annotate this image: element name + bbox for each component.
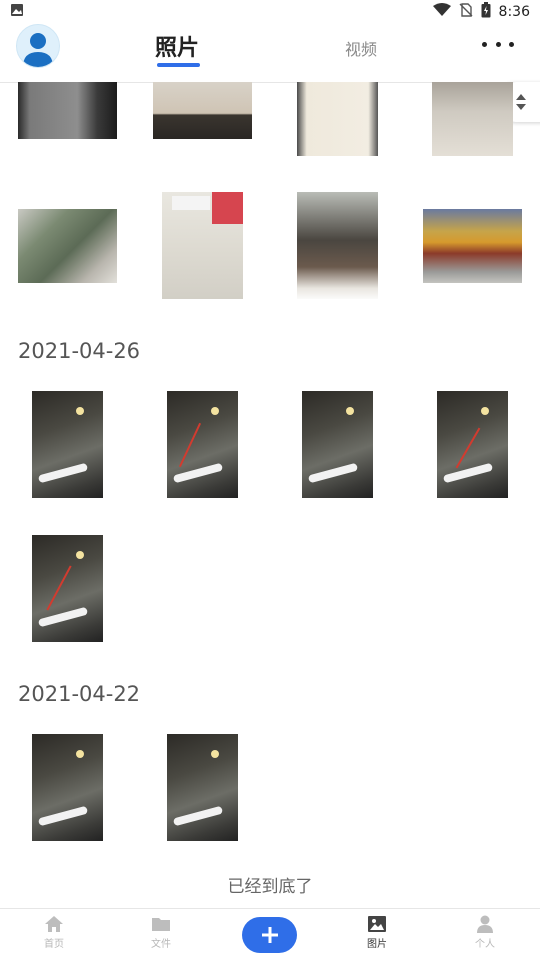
photo-thumbnail[interactable] xyxy=(153,82,252,139)
photo-thumbnail[interactable] xyxy=(302,391,373,498)
status-bar: 8:36 xyxy=(0,0,540,24)
person-icon xyxy=(477,915,493,933)
end-of-list-message: 已经到底了 xyxy=(227,877,313,897)
nav-profile-label: 个人 xyxy=(475,939,495,950)
home-icon xyxy=(45,916,63,932)
photo-thumbnail[interactable] xyxy=(423,209,522,283)
nav-files[interactable]: 文件 xyxy=(131,915,191,950)
gallery-notification-icon xyxy=(10,3,24,21)
photo-thumbnail[interactable] xyxy=(167,734,238,841)
sort-arrows-icon xyxy=(516,94,526,110)
plus-icon xyxy=(261,927,278,943)
nav-files-label: 文件 xyxy=(151,939,171,950)
tab-photos[interactable]: 照片 xyxy=(155,30,199,62)
battery-icon xyxy=(481,2,491,22)
photo-thumbnail[interactable] xyxy=(18,209,117,283)
no-sim-icon xyxy=(459,3,473,21)
user-avatar[interactable] xyxy=(16,24,60,68)
section-date: 2021-04-22 xyxy=(18,682,141,706)
wifi-icon xyxy=(432,3,451,21)
photo-thumbnail[interactable] xyxy=(32,734,103,841)
add-button[interactable] xyxy=(242,917,297,953)
clock-text: 8:36 xyxy=(498,4,530,20)
image-icon xyxy=(368,916,386,932)
photo-thumbnail[interactable] xyxy=(432,82,513,156)
folder-icon xyxy=(152,918,170,931)
section-date: 2021-04-26 xyxy=(18,339,141,363)
photo-thumbnail[interactable] xyxy=(167,391,238,498)
more-options-icon[interactable] xyxy=(482,30,514,58)
photo-thumbnail[interactable] xyxy=(18,82,117,139)
photo-thumbnail[interactable] xyxy=(437,391,508,498)
nav-home-label: 首页 xyxy=(44,939,64,950)
photo-thumbnail[interactable] xyxy=(297,192,378,299)
photo-thumbnail[interactable] xyxy=(162,192,243,299)
bottom-navigation: 首页 文件 图片 个人 xyxy=(0,908,540,961)
top-header: 照片 视频 xyxy=(0,24,540,83)
active-tab-indicator xyxy=(157,63,200,67)
nav-profile[interactable]: 个人 xyxy=(455,915,515,950)
nav-pictures[interactable]: 图片 xyxy=(347,915,407,950)
nav-pictures-label: 图片 xyxy=(367,939,387,950)
nav-home[interactable]: 首页 xyxy=(24,915,84,950)
photo-thumbnail[interactable] xyxy=(297,82,378,156)
tab-videos[interactable]: 视频 xyxy=(345,36,377,60)
photo-thumbnail[interactable] xyxy=(32,391,103,498)
photo-thumbnail[interactable] xyxy=(32,535,103,642)
